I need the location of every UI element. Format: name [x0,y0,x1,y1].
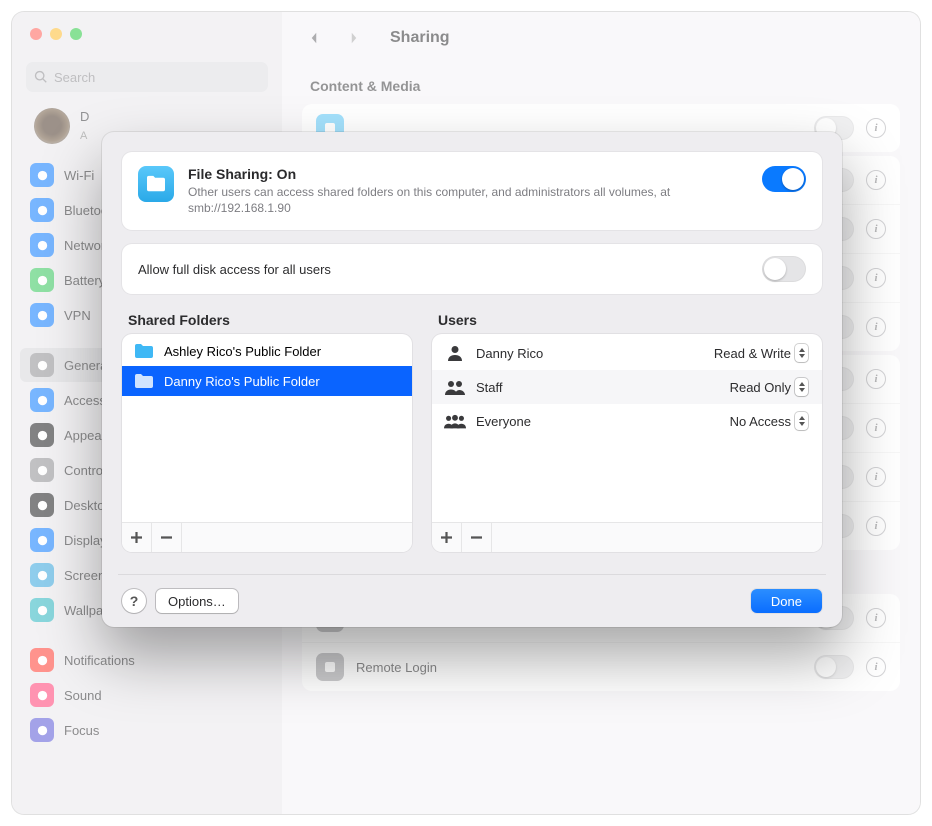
user-icon [444,344,466,362]
section-heading: Content & Media [282,64,920,100]
file-sharing-subtitle: Other users can access shared folders on… [188,184,748,216]
remove-user-button[interactable] [462,523,492,552]
sidebar-item-icon [30,598,54,622]
full-disk-access-toggle[interactable] [762,256,806,282]
zoom-window-icon[interactable] [70,28,82,40]
search-icon [34,70,48,84]
preference-row-icon [316,653,344,681]
full-disk-access-card: Allow full disk access for all users [122,244,822,294]
user-icon [444,378,466,396]
sidebar-item-icon [30,423,54,447]
permission-value: No Access [730,414,791,429]
stepper-icon [795,412,808,430]
options-button[interactable]: Options… [156,589,238,613]
info-icon[interactable]: i [866,657,886,677]
page-title: Sharing [390,29,450,47]
add-folder-button[interactable] [122,523,152,552]
sidebar-item-label: Sound [64,688,102,703]
file-sharing-sheet: File Sharing: On Other users can access … [102,132,842,627]
user-name-label: Everyone [476,414,718,429]
file-sharing-icon [138,166,174,202]
preference-row[interactable]: Remote Login i [302,643,900,691]
permission-value: Read Only [730,380,791,395]
user-name-label: Danny Rico [476,346,702,361]
shared-folders-list: Ashley Rico's Public Folder Danny Rico's … [122,334,412,552]
sidebar-item-icon [30,458,54,482]
sidebar-item-icon [30,268,54,292]
info-icon[interactable]: i [866,219,886,239]
sidebar-item-icon [30,233,54,257]
info-icon[interactable]: i [866,608,886,628]
sidebar-item-sound[interactable]: Sound [20,678,274,712]
user-name-preview: D [80,109,89,124]
user-row[interactable]: Danny Rico Read & Write [432,336,822,370]
sidebar-item-icon [30,388,54,412]
info-icon[interactable]: i [866,118,886,138]
info-icon[interactable]: i [866,317,886,337]
permission-select[interactable]: No Access [728,411,810,431]
search-placeholder: Search [54,70,95,85]
info-icon[interactable]: i [866,369,886,389]
help-button[interactable]: ? [122,589,146,613]
shared-folders-heading: Shared Folders [122,312,412,334]
user-name-label: Staff [476,380,718,395]
sidebar-item-label: Battery [64,273,105,288]
users-list: Danny Rico Read & Write Staff Read Only Ever… [432,334,822,552]
shared-folder-label: Danny Rico's Public Folder [164,374,320,389]
sidebar-item-label: Notifications [64,653,135,668]
sidebar-item-icon [30,163,54,187]
avatar [34,108,70,144]
close-window-icon[interactable] [30,28,42,40]
sidebar-item-icon [30,563,54,587]
file-sharing-toggle[interactable] [762,166,806,192]
sidebar-item-icon [30,683,54,707]
user-row[interactable]: Staff Read Only [432,370,822,404]
shared-folder-row[interactable]: Danny Rico's Public Folder [122,366,412,396]
done-button[interactable]: Done [751,589,822,613]
shared-folder-row[interactable]: Ashley Rico's Public Folder [122,336,412,366]
info-icon[interactable]: i [866,516,886,536]
sidebar-item-icon [30,198,54,222]
full-disk-access-label: Allow full disk access for all users [138,262,762,277]
sidebar-item-label: VPN [64,308,91,323]
add-user-button[interactable] [432,523,462,552]
stepper-icon [795,344,808,362]
search-input[interactable]: Search [26,62,268,92]
back-button[interactable] [302,26,326,50]
forward-button[interactable] [342,26,366,50]
info-icon[interactable]: i [866,418,886,438]
permission-value: Read & Write [714,346,791,361]
user-row[interactable]: Everyone No Access [432,404,822,438]
preference-toggle[interactable] [814,655,854,679]
sidebar-item-icon [30,648,54,672]
users-heading: Users [432,312,822,334]
minimize-window-icon[interactable] [50,28,62,40]
info-icon[interactable]: i [866,170,886,190]
window-traffic-lights[interactable] [30,28,82,40]
permission-select[interactable]: Read & Write [712,343,810,363]
file-sharing-status-card: File Sharing: On Other users can access … [122,152,822,230]
info-icon[interactable]: i [866,268,886,288]
sidebar-item-label: Wi-Fi [64,168,94,183]
sidebar-item-label: Focus [64,723,99,738]
sidebar-item-notifications[interactable]: Notifications [20,643,274,677]
sidebar-item-icon [30,303,54,327]
info-icon[interactable]: i [866,467,886,487]
permission-select[interactable]: Read Only [728,377,810,397]
user-sub-preview: A [80,130,87,142]
remove-folder-button[interactable] [152,523,182,552]
sidebar-item-focus[interactable]: Focus [20,713,274,747]
sidebar-item-icon [30,353,54,377]
folder-icon [134,373,154,389]
sidebar-item-icon [30,493,54,517]
user-icon [444,412,466,430]
shared-folder-label: Ashley Rico's Public Folder [164,344,321,359]
folder-icon [134,343,154,359]
file-sharing-title: File Sharing: On [188,166,748,182]
stepper-icon [795,378,808,396]
sidebar-item-icon [30,718,54,742]
preference-row-label: Remote Login [356,660,802,675]
sidebar-item-icon [30,528,54,552]
